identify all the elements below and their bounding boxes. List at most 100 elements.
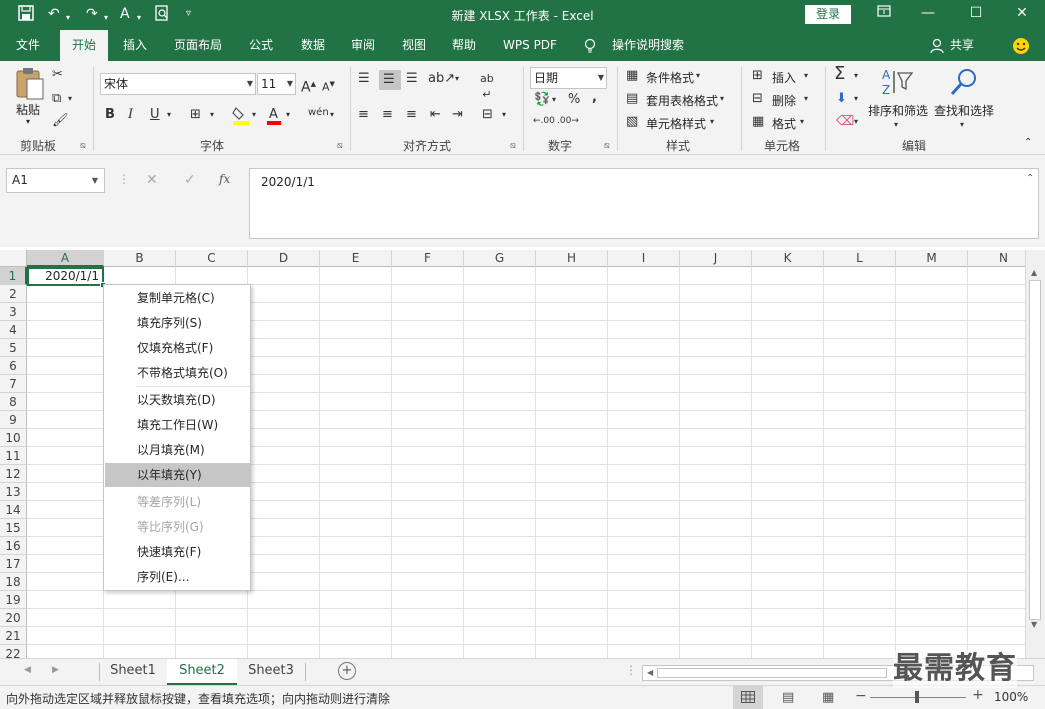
increase-indent-icon[interactable]: ⇥ (452, 107, 463, 123)
bold-button[interactable]: B (105, 107, 115, 123)
font-name-select[interactable]: 宋体 ▼ (100, 73, 256, 95)
select-all-corner[interactable] (0, 250, 27, 267)
column-header-c[interactable]: C (176, 250, 248, 267)
fill-color-dropdown-icon[interactable]: ▾ (252, 107, 256, 123)
row-header-6[interactable]: 6 (0, 357, 27, 375)
menu-item-flash-fill[interactable]: 快速填充(F) (105, 540, 250, 564)
cell-style-icon[interactable]: ▧ (626, 114, 638, 130)
conditional-format-button[interactable]: 条件格式 (646, 69, 694, 86)
decrease-indent-icon[interactable]: ⇤ (430, 107, 441, 123)
align-bottom-icon[interactable]: ☰ (406, 71, 418, 87)
orientation-dropdown-icon[interactable]: ▾ (455, 71, 459, 87)
insert-dropdown-icon[interactable]: ▾ (804, 68, 808, 84)
fill-color-icon[interactable] (232, 105, 250, 125)
column-header-e[interactable]: E (320, 250, 392, 267)
menu-item-fill-weekdays[interactable]: 填充工作日(W) (105, 413, 250, 437)
menu-item-fill-without-formatting[interactable]: 不带格式填充(O) (105, 361, 250, 385)
column-header-g[interactable]: G (464, 250, 536, 267)
menu-item-fill-series[interactable]: 填充序列(S) (105, 311, 250, 335)
phonetic-guide-icon[interactable]: wén (308, 105, 329, 121)
row-header-8[interactable]: 8 (0, 393, 27, 411)
conditional-format-icon[interactable]: ▦ (626, 68, 638, 84)
zoom-slider-thumb[interactable] (915, 691, 919, 703)
tab-review[interactable]: 审阅 (342, 30, 384, 61)
format-painter-icon[interactable]: 🖌 (52, 113, 69, 129)
row-header-7[interactable]: 7 (0, 375, 27, 393)
undo-dropdown-icon[interactable]: ▾ (66, 9, 70, 27)
row-header-3[interactable]: 3 (0, 303, 27, 321)
tab-wps-pdf[interactable]: WPS PDF (497, 30, 563, 61)
cut-icon[interactable]: ✂ (52, 67, 63, 83)
horizontal-scroll-thumb[interactable] (657, 668, 887, 678)
redo-dropdown-icon[interactable]: ▾ (104, 9, 108, 27)
sheet-scroll-right-icon[interactable]: ▶ (52, 665, 59, 675)
format-as-table-dropdown-icon[interactable]: ▾ (720, 91, 724, 107)
row-header-16[interactable]: 16 (0, 537, 27, 555)
align-top-icon[interactable]: ☰ (358, 71, 370, 87)
delete-dropdown-icon[interactable]: ▾ (804, 91, 808, 107)
name-box[interactable]: A1 ▼ (6, 168, 105, 193)
zoom-level[interactable]: 100% (994, 690, 1028, 704)
copy-icon[interactable]: ⧉ (52, 91, 61, 107)
paste-icon[interactable] (14, 67, 48, 103)
clipboard-launcher-icon[interactable]: ⧅ (80, 141, 86, 151)
zoom-in-button[interactable]: + (972, 687, 984, 703)
row-header-1[interactable]: 1 (0, 267, 27, 285)
comma-button[interactable]: , (592, 90, 597, 106)
copy-dropdown-icon[interactable]: ▾ (68, 91, 72, 107)
number-launcher-icon[interactable]: ⧅ (604, 141, 610, 151)
menu-item-copy-cells[interactable]: 复制单元格(C) (105, 286, 250, 310)
sheet-tab-2[interactable]: Sheet2 (167, 659, 237, 685)
decrease-font-icon[interactable]: A▼ (322, 76, 335, 96)
underline-button[interactable]: U (150, 107, 160, 123)
borders-icon[interactable]: ⊞ (190, 107, 201, 123)
insert-cells-button[interactable]: 插入 (772, 69, 796, 86)
format-cells-button[interactable]: 格式 (772, 115, 796, 132)
delete-cells-button[interactable]: 删除 (772, 92, 796, 109)
increase-decimal-icon[interactable]: ←.00 (533, 113, 555, 129)
scroll-left-icon[interactable]: ◀ (647, 668, 653, 677)
sheet-tab-3[interactable]: Sheet3 (237, 659, 305, 685)
column-header-i[interactable]: I (608, 250, 680, 267)
font-launcher-icon[interactable]: ⧅ (337, 141, 343, 151)
menu-item-series[interactable]: 序列(E)... (105, 565, 250, 589)
sort-filter-icon[interactable]: AZ (880, 67, 914, 99)
menu-item-fill-formatting-only[interactable]: 仅填充格式(F) (105, 336, 250, 360)
orientation-icon[interactable]: ab↗ (428, 71, 455, 87)
menu-item-fill-years[interactable]: 以年填充(Y) (105, 463, 250, 487)
menu-item-fill-months[interactable]: 以月填充(M) (105, 438, 250, 462)
autosum-icon[interactable]: Σ (834, 65, 845, 83)
merge-dropdown-icon[interactable]: ▾ (502, 107, 506, 123)
column-header-n[interactable]: N (968, 250, 1025, 267)
fill-dropdown-icon[interactable]: ▾ (854, 91, 858, 107)
row-header-9[interactable]: 9 (0, 411, 27, 429)
table-format-icon[interactable]: ▤ (626, 91, 638, 107)
conditional-format-dropdown-icon[interactable]: ▾ (696, 68, 700, 84)
font-dropdown-icon[interactable]: ▾ (137, 9, 141, 27)
print-preview-icon[interactable] (155, 5, 169, 26)
tab-home[interactable]: 开始 (60, 30, 108, 61)
collapse-ribbon-icon[interactable]: ⌃ (1024, 135, 1032, 151)
page-break-view-icon[interactable]: ▦ (822, 690, 834, 705)
format-cells-icon[interactable]: ▦ (752, 114, 764, 130)
font-shrink-icon[interactable]: A (120, 5, 130, 23)
phonetic-dropdown-icon[interactable]: ▾ (330, 107, 334, 123)
align-right-icon[interactable]: ≡ (406, 107, 417, 123)
cell-a1[interactable]: 2020/1/1 (27, 267, 104, 286)
expand-formula-icon[interactable]: ⌃ (1026, 173, 1034, 184)
accounting-dropdown-icon[interactable]: ▾ (552, 92, 556, 108)
customize-qat-icon[interactable]: ▿ (186, 5, 191, 23)
row-header-22[interactable]: 22 (0, 645, 27, 658)
insert-cells-icon[interactable]: ⊞ (752, 68, 763, 84)
cell-styles-dropdown-icon[interactable]: ▾ (710, 114, 714, 130)
share-button[interactable]: 共享 (946, 30, 978, 61)
column-header-f[interactable]: F (392, 250, 464, 267)
redo-icon[interactable]: ↷ (86, 5, 98, 23)
row-header-14[interactable]: 14 (0, 501, 27, 519)
menu-item-growth-trend[interactable]: 等比序列(G) (105, 515, 250, 539)
insert-function-icon[interactable]: fx (219, 172, 230, 186)
column-header-m[interactable]: M (896, 250, 968, 267)
sort-filter-dropdown-icon[interactable]: ▾ (894, 117, 898, 133)
tab-formulas[interactable]: 公式 (240, 30, 282, 61)
align-center-icon[interactable]: ≡ (382, 107, 393, 123)
